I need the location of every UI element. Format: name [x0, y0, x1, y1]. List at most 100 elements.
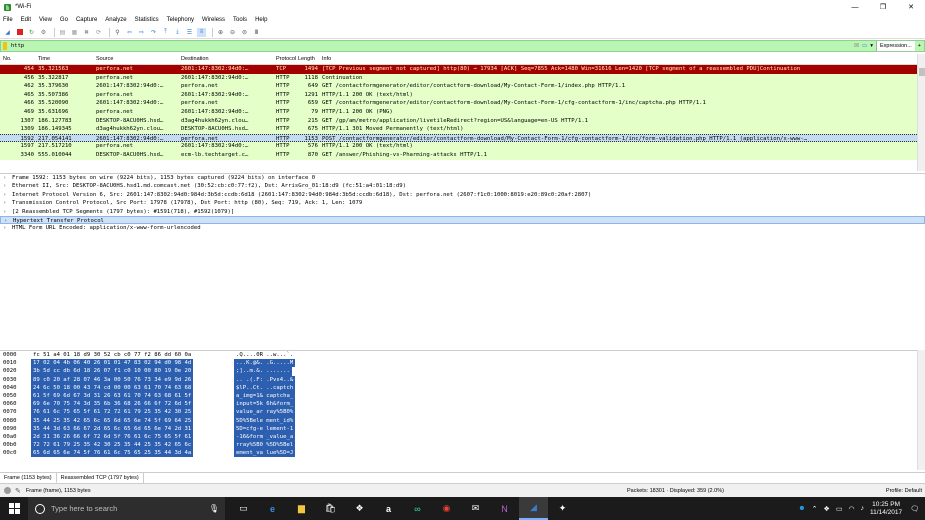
bytes-hex[interactable]: 17 02 04 4b 06 40 26 01 01 47 83 02 94 d…: [31, 359, 194, 368]
show-hidden-icons[interactable]: ⌃: [812, 505, 818, 513]
bytes-ascii[interactable]: ;]..m.&. .......: [234, 367, 292, 376]
menu-wireless[interactable]: Wireless: [202, 17, 225, 23]
taskbar-search[interactable]: Type here to search 🎙: [28, 497, 225, 520]
detail-tree-item[interactable]: › [2 Reassembled TCP Segments (1797 bytes…: [0, 208, 925, 216]
forward-icon[interactable]: ⇨: [137, 28, 146, 37]
bytes-hex[interactable]: 61 5f 69 6d 67 3d 31 26 63 61 70 74 63 6…: [31, 391, 194, 401]
zoom-reset-icon[interactable]: ⊜: [240, 28, 249, 37]
packet-row[interactable]: 3340 555.010044 DESKTOP-8ACU0HS.hsd… ecm-lb…: [0, 150, 917, 160]
first-icon[interactable]: ⤒: [161, 28, 170, 37]
bytes-hex[interactable]: 35 44 25 35 42 65 6c 65 6d 65 6e 74 5f 6…: [31, 416, 194, 425]
microphone-icon[interactable]: 🎙: [209, 504, 219, 513]
packet-row[interactable]: 1307 186.127783 DESKTOP-8ACU0HS.hsd… d3ag4h…: [0, 116, 917, 126]
packet-row[interactable]: 454 35.321563 perfora.net 2601:147:8302:94d…: [0, 65, 917, 74]
restart-icon[interactable]: ↻: [27, 28, 36, 37]
bytes-ascii[interactable]: .Q....0R ..w...`.: [234, 351, 295, 359]
packet-row[interactable]: 469 35.631696 perfora.net 2601:147:8302:94d…: [0, 107, 917, 117]
bytes-ascii[interactable]: value_ar ray%5B0%: [234, 408, 296, 417]
menu-file[interactable]: File: [3, 17, 13, 23]
bytes-hex[interactable]: 35 44 3d 63 66 67 2d 65 6c 65 6d 65 6e 7…: [31, 424, 194, 433]
close-file-icon[interactable]: ✖: [82, 28, 91, 37]
bytes-ascii[interactable]: ement_va lue%5D=J: [234, 449, 296, 458]
menu-analyze[interactable]: Analyze: [105, 17, 126, 23]
bytes-ascii[interactable]: .. .(.F: .Pvs4..&: [234, 375, 296, 384]
zoom-out-icon[interactable]: ⊖: [228, 28, 237, 37]
packet-row[interactable]: 466 35.520090 2601:147:8302:94d0:… perfora.…: [0, 99, 917, 108]
extra-app-icon[interactable]: ✦: [548, 497, 577, 520]
expand-arrow-icon[interactable]: ›: [3, 199, 12, 207]
expert-info-icon[interactable]: [4, 487, 11, 494]
edge-icon[interactable]: e: [258, 497, 287, 520]
edit-comment-icon[interactable]: ✎: [15, 487, 21, 495]
notifications-icon[interactable]: 🗨: [910, 505, 919, 513]
bytes-ascii[interactable]: input=5k 6h&form_: [234, 400, 296, 409]
reload-icon[interactable]: ⟳: [94, 28, 103, 37]
profile-label[interactable]: Profile: Default: [886, 488, 922, 494]
minimize-button[interactable]: —: [841, 0, 869, 14]
dropbox-tray-icon[interactable]: ❖: [824, 505, 830, 513]
add-filter-button[interactable]: +: [918, 43, 921, 49]
bytes-hex[interactable]: 2d 31 36 26 66 6f 72 6d 5f 76 61 6c 75 6…: [31, 432, 194, 442]
tab-reassembled-bytes[interactable]: Reassembled TCP (1797 bytes): [57, 472, 144, 483]
start-capture-icon[interactable]: ◢: [3, 28, 12, 37]
bytes-ascii[interactable]: ...K.@&. .G.....M: [234, 359, 296, 368]
expand-arrow-icon[interactable]: ›: [3, 182, 12, 190]
bytes-hex[interactable]: 72 72 61 79 25 35 42 30 25 35 44 25 35 4…: [31, 441, 194, 450]
expand-arrow-icon[interactable]: ›: [3, 191, 12, 199]
detail-tree-item[interactable]: › Frame 1592: 1153 bytes on wire (9224 bi…: [0, 174, 925, 182]
bookmark-icon[interactable]: [3, 42, 7, 50]
tab-frame-bytes[interactable]: Frame (1153 bytes): [0, 472, 57, 483]
task-view-icon[interactable]: ▭: [229, 497, 258, 520]
bytes-ascii[interactable]: -16&form _value_a: [234, 432, 296, 442]
col-header-info[interactable]: Info: [322, 56, 917, 62]
bytes-hex[interactable]: 89 c0 20 af 28 07 46 3a 00 50 76 73 34 e…: [31, 375, 194, 384]
menu-help[interactable]: Help: [255, 17, 267, 23]
wireshark-taskbar-icon[interactable]: ◢: [519, 497, 548, 520]
bytes-hex[interactable]: fc 51 a4 01 18 d9 30 52 cb c0 77 f2 86 d…: [31, 351, 193, 359]
stop-icon[interactable]: [15, 28, 24, 37]
detail-tree-item[interactable]: › Hypertext Transfer Protocol: [0, 215, 925, 225]
bytes-hex[interactable]: 69 6e 70 75 74 3d 35 6b 36 68 26 66 6f 7…: [31, 400, 194, 409]
bytes-ascii[interactable]: $lP..Ct. ..captch: [234, 383, 296, 392]
menu-capture[interactable]: Capture: [76, 17, 97, 23]
onenote-icon[interactable]: N: [490, 497, 519, 520]
people-icon[interactable]: ☻: [798, 505, 805, 512]
save-icon[interactable]: ▦: [70, 28, 79, 37]
chrome-icon[interactable]: ◉: [432, 497, 461, 520]
detail-tree-item[interactable]: › Ethernet II, Src: DESKTOP-8ACU0HS.hsd1.…: [0, 182, 925, 190]
dropbox-icon[interactable]: ❖: [345, 497, 374, 520]
goto-icon[interactable]: ↷: [149, 28, 158, 37]
bytes-hex[interactable]: 76 61 6c 75 65 5f 61 72 72 61 79 25 35 4…: [31, 408, 194, 417]
file-explorer-icon[interactable]: ▆: [287, 497, 316, 520]
menu-go[interactable]: Go: [60, 17, 68, 23]
detail-tree-item[interactable]: › HTML Form URL Encoded: application/x-ww…: [0, 224, 925, 232]
back-icon[interactable]: ⇦: [125, 28, 134, 37]
bytes-hex[interactable]: 3b 5d cc db 6d 18 26 07 f1 c0 10 00 80 1…: [31, 367, 194, 376]
detail-tree-item[interactable]: › Internet Protocol Version 6, Src: 2601:…: [0, 191, 925, 199]
expand-arrow-icon[interactable]: ›: [4, 217, 13, 224]
bytes-ascii[interactable]: a_img=1& captcha_: [234, 391, 296, 401]
bytes-ascii[interactable]: 5D=cfg-e lement-1: [234, 424, 296, 433]
volume-icon[interactable]: ♪: [861, 505, 865, 512]
packet-row[interactable]: 456 35.322817 perfora.net 2601:147:8302:94d…: [0, 73, 917, 83]
packet-row[interactable]: 1597 217.517210 perfora.net 2601:147:8302:9…: [0, 142, 917, 151]
open-icon[interactable]: ▤: [58, 28, 67, 37]
store-icon[interactable]: 🛍: [316, 497, 345, 520]
packet-row[interactable]: 1592 217.054141 2601:147:8302:94d0:… perfor…: [0, 133, 917, 143]
col-header-length[interactable]: Length: [298, 56, 315, 62]
clock[interactable]: 10:25 PM 11/14/2017: [870, 501, 902, 517]
zoom-in-icon[interactable]: ⊕: [216, 28, 225, 37]
mail-icon[interactable]: ✉: [461, 497, 490, 520]
colorize-icon[interactable]: ≡: [197, 27, 206, 37]
options-icon[interactable]: ⚙: [39, 28, 48, 37]
expression-button[interactable]: Expression...: [875, 41, 915, 51]
bytes-ascii[interactable]: 5D%5Bele ment_id%: [234, 416, 296, 425]
menu-tools[interactable]: Tools: [233, 17, 247, 23]
menu-statistics[interactable]: Statistics: [135, 17, 159, 23]
expand-arrow-icon[interactable]: ›: [3, 224, 12, 232]
autoscroll-icon[interactable]: ☰: [185, 28, 194, 37]
col-header-source[interactable]: Source: [96, 56, 179, 62]
menu-view[interactable]: View: [39, 17, 52, 23]
expand-arrow-icon[interactable]: ›: [3, 174, 12, 182]
tripadvisor-icon[interactable]: ∞: [403, 497, 432, 520]
